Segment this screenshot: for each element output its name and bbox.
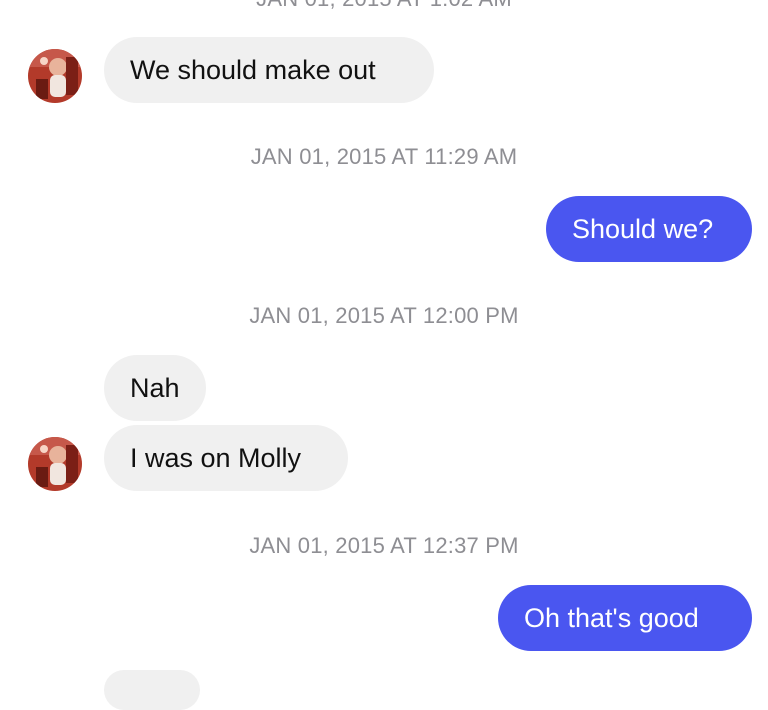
incoming-message-bubble[interactable]: Nah: [104, 355, 206, 421]
incoming-message-bubble[interactable]: I was on Molly: [104, 425, 348, 491]
timestamp: JAN 01, 2015 AT 11:29 AM: [250, 144, 518, 169]
profile-photo-icon: [28, 49, 82, 103]
timestamp: JAN 01, 2015 AT 12:37 PM: [249, 533, 519, 558]
timestamp: JAN 01, 2015 AT 12:00 PM: [249, 303, 519, 328]
incoming-message-bubble[interactable]: We should make out: [104, 37, 434, 103]
profile-photo-icon: [28, 437, 82, 491]
outgoing-message-bubble[interactable]: Oh that's good: [498, 585, 752, 651]
contact-avatar[interactable]: [28, 49, 82, 103]
timestamp-top-partial: JAN 01, 2015 AT 1:02 AM: [0, 0, 768, 12]
outgoing-message-bubble[interactable]: Should we?: [546, 196, 752, 262]
contact-avatar[interactable]: [28, 437, 82, 491]
incoming-message-bubble-partial[interactable]: [104, 670, 200, 710]
message-thread[interactable]: JAN 01, 2015 AT 1:02 AM We should make o…: [0, 0, 768, 710]
